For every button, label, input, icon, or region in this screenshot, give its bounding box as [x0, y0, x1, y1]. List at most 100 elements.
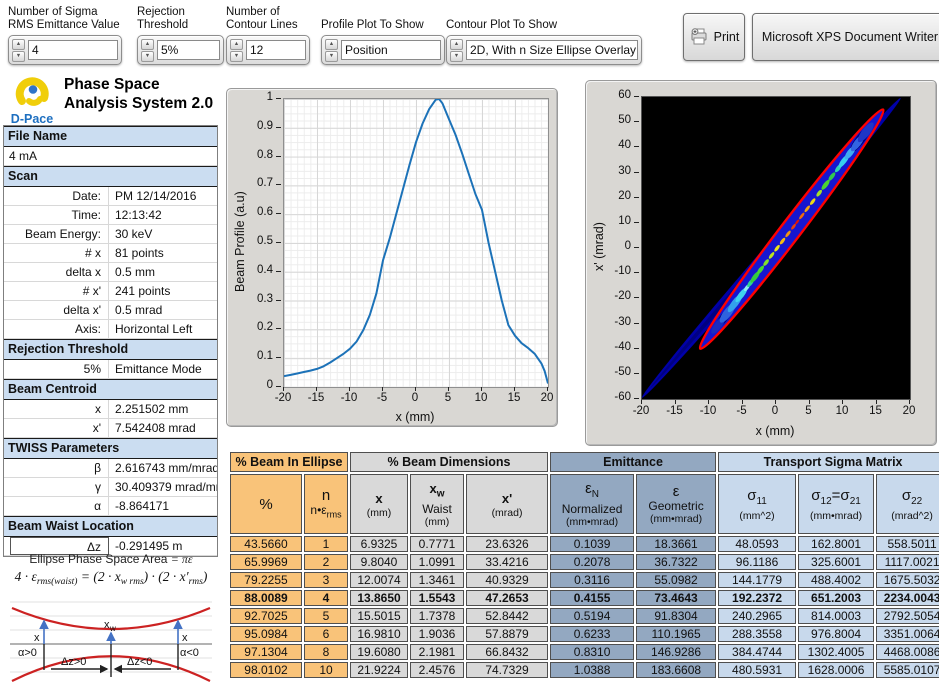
y-tick-mark [276, 357, 281, 358]
cell: 2234.0043 [876, 590, 939, 606]
y-tick-mark [634, 323, 639, 324]
contour-y-axis-label: x' (mrad) [592, 96, 606, 398]
row-: γ30.409379 mrad/mm [4, 478, 217, 497]
table-row-n-10: 98.01021021.92242.457674.73291.0388183.6… [230, 662, 939, 678]
cell: 488.4002 [798, 572, 874, 588]
beam-waist-diagram: x x x w α>0 α<0 Δz>0 Δz<0 [8, 592, 214, 683]
print-button[interactable]: Print [683, 13, 745, 61]
column-header-xw: xwWaist(mm) [410, 474, 464, 534]
cell: 192.2372 [718, 590, 796, 606]
column-header-: εGeometric(mm•mrad) [636, 474, 716, 534]
cell: 0.1039 [550, 536, 634, 552]
dpace-logo-icon [10, 72, 56, 112]
diagram-alpha-neg-label: α<0 [180, 647, 199, 659]
cell: 66.8432 [466, 644, 548, 660]
formula-rms: 4 · εrms(waist) = (2 · xw rms) · (2 · x′… [0, 569, 222, 587]
cell: 88.0089 [230, 590, 302, 606]
rejection-threshold-control: ▲▼5% [137, 35, 224, 65]
table-row-n-3: 79.2255312.00741.346140.93290.311655.098… [230, 572, 939, 588]
printer-select[interactable]: Microsoft XPS Document Writer ▼ [752, 13, 939, 61]
x-tick-mark [809, 400, 810, 404]
row-x: x'7.542408 mrad [4, 419, 217, 438]
cell: 21.9224 [350, 662, 408, 678]
contour-lines-value[interactable]: 12 [246, 40, 306, 60]
cell: 0.4155 [550, 590, 634, 606]
cell: 1117.0021 [876, 554, 939, 570]
row-: β2.616743 mm/mrad [4, 459, 217, 478]
x-tick-label: -10 [692, 405, 724, 417]
cell: 1.3461 [410, 572, 464, 588]
cell: 162.8001 [798, 536, 874, 552]
cell: 33.4216 [466, 554, 548, 570]
app-title: Phase Space Analysis System 2.0 [64, 75, 213, 113]
x-tick-mark [909, 400, 910, 404]
cell: 1.5543 [410, 590, 464, 606]
sigma-rms-emittance-decrement-button[interactable]: ▼ [12, 51, 25, 62]
cell: 91.8304 [636, 608, 716, 624]
cell: 57.8879 [466, 626, 548, 642]
section-header-twiss-parameters: TWISS Parameters [4, 438, 217, 459]
contour-plot-to-show-increment-button[interactable]: ▲ [450, 39, 463, 50]
printer-icon [689, 28, 709, 46]
cell: 110.1965 [636, 626, 716, 642]
cell: 13.8650 [350, 590, 408, 606]
rejection-threshold-decrement-button[interactable]: ▼ [141, 51, 154, 62]
scan-info-panel: File Name4 mAScanDate:PM 12/14/2016Time:… [3, 125, 218, 557]
cell: 0.3116 [550, 572, 634, 588]
x-tick-label: -5 [726, 405, 758, 417]
x-tick-mark [514, 387, 515, 391]
cell: 1.0991 [410, 554, 464, 570]
rejection-threshold-increment-button[interactable]: ▲ [141, 39, 154, 50]
group-header-emittance: Emittance [550, 452, 716, 472]
x-tick-label: 15 [498, 392, 530, 404]
cell: 0.7771 [410, 536, 464, 552]
contour-plot-to-show-value[interactable]: 2D, With n Size Ellipse Overlay [466, 40, 638, 60]
print-button-label: Print [714, 30, 740, 44]
x-tick-mark [675, 400, 676, 404]
y-tick-mark [276, 242, 281, 243]
contour-lines-increment-button[interactable]: ▲ [230, 39, 243, 50]
profile-y-axis-label: Beam Profile (a.u) [233, 98, 247, 386]
row-5: 5%Emittance Mode [4, 360, 217, 379]
contour-x-axis-label: x (mm) [641, 424, 909, 438]
sigma-rms-emittance-control: ▲▼4 [8, 35, 122, 65]
beam-profile-curve [284, 99, 548, 384]
x-tick-label: 15 [860, 405, 892, 417]
contour-plot-to-show-decrement-button[interactable]: ▼ [450, 51, 463, 62]
y-tick-mark [634, 222, 639, 223]
row-axis: Axis:Horizontal Left [4, 320, 217, 339]
cell: 4 [304, 590, 348, 606]
sigma-rms-emittance-label: Number of SigmaRMS Emittance Value [8, 3, 120, 32]
profile-plot-to-show-decrement-button[interactable]: ▼ [325, 51, 338, 62]
table-row-n-8: 97.1304819.60802.198166.84320.8310146.92… [230, 644, 939, 660]
formula-area-text: Ellipse Phase Space Area [29, 552, 167, 566]
cell: 55.0982 [636, 572, 716, 588]
cell: 18.3661 [636, 536, 716, 552]
profile-plot-to-show-value[interactable]: Position [341, 40, 441, 60]
diagram-x-left-label: x [34, 632, 40, 644]
cell: 1.7378 [410, 608, 464, 624]
y-tick-mark [276, 184, 281, 185]
cell: 12.0074 [350, 572, 408, 588]
phase-space-analysis-window: Number of SigmaRMS Emittance Value▲▼4Rej… [0, 0, 939, 683]
diagram-xw-sub: w [109, 624, 116, 633]
profile-plot-to-show-increment-button[interactable]: ▲ [325, 39, 338, 50]
cell: 183.6608 [636, 662, 716, 678]
row-date: Date:PM 12/14/2016 [4, 187, 217, 206]
section-header-beam-waist-location: Beam Waist Location [4, 516, 217, 537]
cell: 0.2078 [550, 554, 634, 570]
cell: 43.5660 [230, 536, 302, 552]
contour-lines-decrement-button[interactable]: ▼ [230, 51, 243, 62]
cell: 6 [304, 626, 348, 642]
x-tick-mark [316, 387, 317, 391]
sigma-rms-emittance-value[interactable]: 4 [28, 40, 118, 60]
cell: 0.6233 [550, 626, 634, 642]
x-tick-label: 20 [531, 392, 563, 404]
cell: 9.8040 [350, 554, 408, 570]
x-tick-mark [641, 400, 642, 404]
cell: 814.0003 [798, 608, 874, 624]
sigma-rms-emittance-increment-button[interactable]: ▲ [12, 39, 25, 50]
beam-profile-plot-area [283, 98, 549, 388]
rejection-threshold-value[interactable]: 5% [157, 40, 220, 60]
profile-plot-to-show-control: ▲▼Position [321, 35, 445, 65]
